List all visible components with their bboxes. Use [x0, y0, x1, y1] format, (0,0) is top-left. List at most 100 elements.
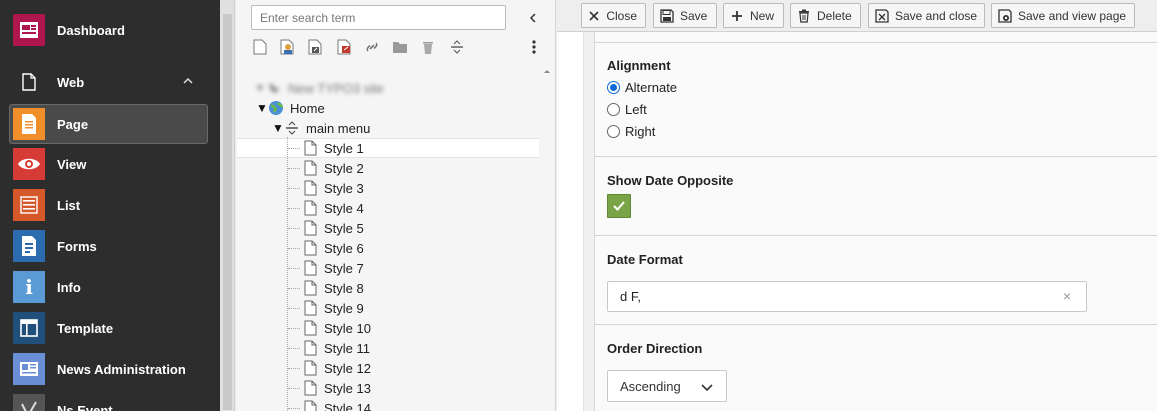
- tree-node-home[interactable]: ▼ Home: [256, 98, 325, 118]
- tree-scrollbar[interactable]: [542, 64, 552, 409]
- tree-node-page[interactable]: Style 5: [302, 218, 364, 238]
- expand-toggle-icon[interactable]: ▼: [272, 118, 284, 138]
- clear-input-icon[interactable]: ×: [1060, 288, 1074, 304]
- module-forms[interactable]: Forms: [0, 226, 220, 267]
- tree-node-label: Style 5: [324, 220, 364, 236]
- tree-node-page[interactable]: Style 4: [302, 198, 364, 218]
- tree-node-page[interactable]: Style 13: [302, 378, 371, 398]
- show-date-opposite-label: Show Date Opposite: [607, 173, 734, 188]
- shortcut-page-icon[interactable]: [307, 38, 325, 56]
- module-menu-scrollbar[interactable]: [220, 0, 235, 411]
- save-and-view-page-button[interactable]: Save and view page: [991, 3, 1135, 28]
- tree-node-page[interactable]: Style 12: [302, 358, 371, 378]
- tree-connector: [288, 388, 300, 389]
- close-button[interactable]: Close: [581, 3, 646, 28]
- form-gutter: [583, 32, 595, 411]
- menu-separator-icon: [284, 120, 300, 136]
- alignment-option-right[interactable]: Right: [607, 121, 655, 141]
- tree-node-page[interactable]: Style 10: [302, 318, 371, 338]
- page-icon: [302, 320, 318, 336]
- tree-node-page[interactable]: Style 2: [302, 158, 364, 178]
- chevron-up-icon[interactable]: [181, 74, 195, 88]
- tree-node-label: Style 12: [324, 360, 371, 376]
- radio-icon: [607, 80, 620, 94]
- page-icon: [302, 340, 318, 356]
- module-list[interactable]: List: [0, 185, 220, 226]
- save-and-close-button[interactable]: Save and close: [868, 3, 985, 28]
- tree-node-page[interactable]: Style 8: [302, 278, 364, 298]
- expand-toggle-icon[interactable]: ▼: [256, 98, 268, 118]
- show-date-opposite-checkbox[interactable]: [607, 194, 631, 218]
- alignment-option-alternate[interactable]: Alternate: [607, 77, 677, 97]
- page-icon: [302, 260, 318, 276]
- tree-node-label: Style 14: [324, 400, 371, 411]
- tree-selection-highlight: [237, 138, 539, 158]
- backend-user-page-icon[interactable]: [279, 38, 297, 56]
- tree-connector: [288, 408, 300, 409]
- tree-node-page[interactable]: Style 6: [302, 238, 364, 258]
- module-template[interactable]: Template: [0, 308, 220, 349]
- alignment-label: Alignment: [607, 58, 671, 73]
- page-icon: [302, 300, 318, 316]
- new-page-icon[interactable]: [251, 38, 269, 56]
- tree-node-page[interactable]: Style 3: [302, 178, 364, 198]
- page-icon: [302, 380, 318, 396]
- folder-icon[interactable]: [391, 38, 409, 56]
- collapse-tree-button[interactable]: [526, 9, 540, 27]
- module-label: Page: [57, 117, 89, 132]
- page-icon: [302, 400, 318, 411]
- tree-node-page[interactable]: Style 7: [302, 258, 364, 278]
- module-label: Ns Event: [57, 403, 113, 411]
- page-icon: [302, 220, 318, 236]
- new-button[interactable]: New: [723, 3, 784, 28]
- plus-icon: [730, 9, 744, 23]
- module-page[interactable]: Page: [9, 104, 208, 144]
- checkmark-icon: [613, 201, 625, 211]
- tree-connector: [288, 368, 300, 369]
- tree-node-page[interactable]: Style 11: [302, 338, 370, 358]
- tree-node-label: Style 2: [324, 160, 364, 176]
- page-tree-panel: ▼ New TYPO3 site ▼ Home ▼ main menu Styl…: [236, 0, 556, 411]
- order-direction-label: Order Direction: [607, 341, 703, 356]
- trash-icon[interactable]: [419, 38, 437, 56]
- tree-root-node[interactable]: ▼ New TYPO3 site: [254, 78, 384, 98]
- module-info[interactable]: i Info: [0, 267, 220, 308]
- module-label: Web: [57, 75, 85, 90]
- module-ns-event[interactable]: Ns Event: [0, 390, 220, 411]
- tree-connector: [287, 137, 288, 411]
- tree-node-page[interactable]: Style 1: [302, 138, 364, 158]
- tree-node-label: Style 10: [324, 320, 371, 336]
- module-label: Forms: [57, 239, 97, 254]
- tree-node-label: Style 4: [324, 200, 364, 216]
- module-dashboard[interactable]: Dashboard: [0, 10, 220, 51]
- module-label: Dashboard: [57, 23, 125, 38]
- alignment-option-left[interactable]: Left: [607, 99, 647, 119]
- module-label: List: [57, 198, 81, 213]
- tree-node-label: Style 9: [324, 300, 364, 316]
- module-news-administration[interactable]: News Administration: [0, 349, 220, 390]
- more-options-icon[interactable]: [528, 38, 540, 56]
- forms-icon: [13, 230, 45, 262]
- order-direction-select[interactable]: Ascending: [607, 370, 727, 402]
- save-button[interactable]: Save: [653, 3, 717, 28]
- tree-node-page[interactable]: Style 14: [302, 398, 371, 411]
- tree-node-main-menu[interactable]: ▼ main menu: [272, 118, 370, 138]
- chevron-down-icon: [701, 384, 713, 392]
- event-icon: [13, 394, 45, 411]
- tree-search-input[interactable]: [251, 5, 506, 30]
- tree-node-label: Style 13: [324, 380, 371, 396]
- external-link-page-icon[interactable]: [336, 38, 354, 56]
- page-icon: [302, 200, 318, 216]
- date-format-input[interactable]: [607, 281, 1087, 312]
- page-icon: [302, 360, 318, 376]
- template-icon: [13, 312, 45, 344]
- module-label: View: [57, 157, 87, 172]
- tree-node-label: Style 1: [324, 140, 364, 156]
- link-icon[interactable]: [363, 38, 381, 56]
- list-icon: [13, 189, 45, 221]
- delete-button[interactable]: Delete: [790, 3, 861, 28]
- tree-node-page[interactable]: Style 9: [302, 298, 364, 318]
- tree-connector: [288, 228, 300, 229]
- module-view[interactable]: View: [0, 144, 220, 185]
- menu-separator-icon[interactable]: [448, 38, 466, 56]
